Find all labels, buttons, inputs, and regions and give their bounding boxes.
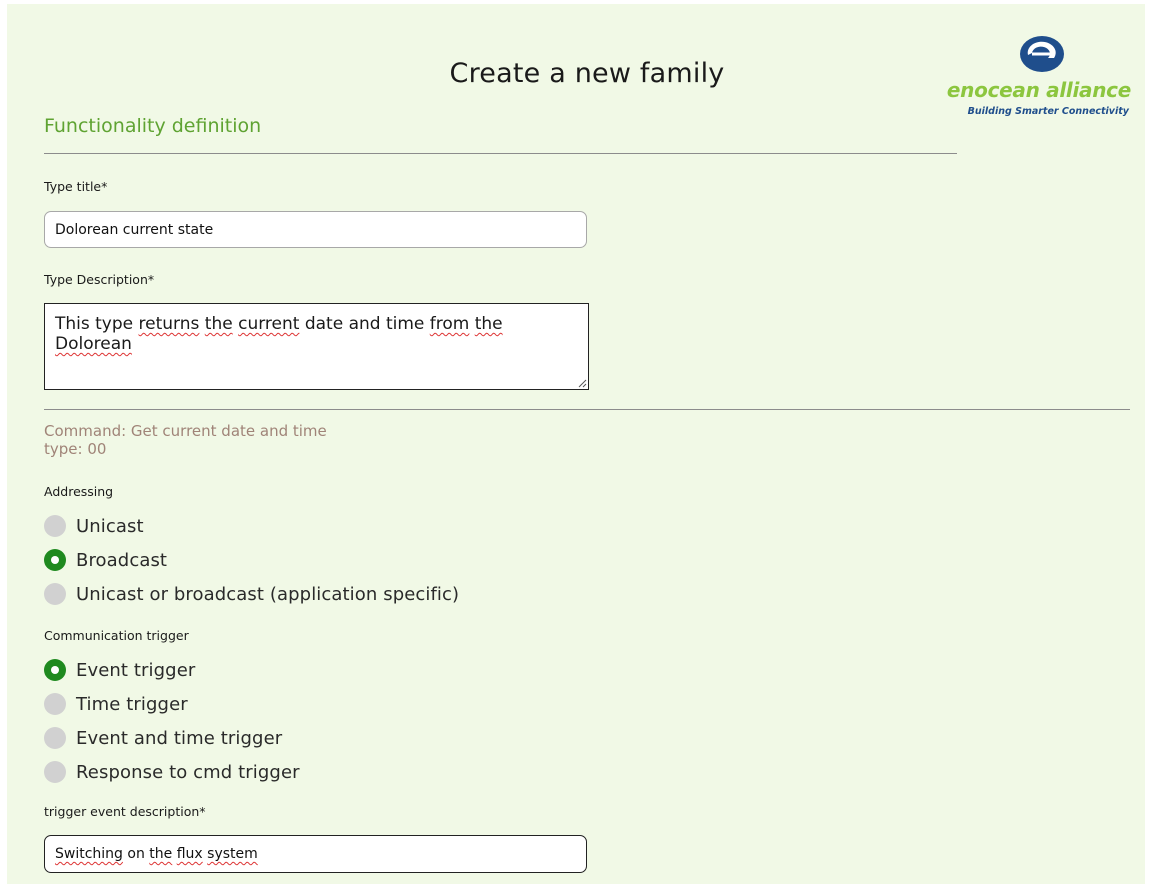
logo-tagline: Building Smarter Connectivity [967, 106, 1129, 117]
communication-trigger-label: Communication trigger [44, 628, 189, 643]
enocean-logo-icon [1020, 36, 1064, 72]
addressing-option-label: Broadcast [76, 549, 168, 571]
communication-trigger-radio-group: Event trigger Time trigger Event and tim… [44, 653, 300, 789]
page-container: Create a new family enocean alliance Bui… [7, 4, 1145, 884]
enocean-alliance-logo: enocean alliance Building Smarter Connec… [947, 34, 1133, 122]
radio-unselected-icon[interactable] [44, 693, 66, 715]
logo-brand-text: enocean alliance [946, 78, 1131, 102]
trigger-event-description-label: trigger event description* [44, 804, 206, 819]
trigger-option-event-and-time[interactable]: Event and time trigger [44, 721, 300, 755]
type-title-input[interactable]: Dolorean current state [44, 211, 587, 248]
trigger-option-event[interactable]: Event trigger [44, 653, 300, 687]
radio-selected-icon[interactable] [44, 659, 66, 681]
trigger-option-response-to-cmd[interactable]: Response to cmd trigger [44, 755, 300, 789]
trigger-event-description-value: Switching on the flux system [55, 846, 258, 862]
type-description-label: Type Description* [44, 272, 155, 287]
command-divider [44, 409, 1130, 410]
addressing-option-unicast[interactable]: Unicast [44, 509, 459, 543]
section-title: Functionality definition [44, 115, 262, 137]
radio-unselected-icon[interactable] [44, 761, 66, 783]
addressing-radio-group: Unicast Broadcast Unicast or broadcast (… [44, 509, 459, 611]
addressing-label: Addressing [44, 484, 114, 499]
addressing-option-label: Unicast [76, 515, 144, 537]
trigger-option-label: Time trigger [76, 693, 188, 715]
trigger-option-label: Event trigger [76, 659, 196, 681]
type-title-value: Dolorean current state [55, 221, 214, 238]
type-title-label: Type title* [44, 179, 108, 194]
radio-unselected-icon[interactable] [44, 727, 66, 749]
page-title: Create a new family [449, 58, 725, 89]
radio-unselected-icon[interactable] [44, 583, 66, 605]
trigger-option-label: Event and time trigger [76, 727, 283, 749]
radio-unselected-icon[interactable] [44, 515, 66, 537]
command-type: type: 00 [44, 440, 107, 458]
radio-selected-icon[interactable] [44, 549, 66, 571]
addressing-option-label: Unicast or broadcast (application specif… [76, 583, 460, 605]
command-info: Command: Get current date and time type:… [44, 422, 327, 458]
addressing-option-unicast-or-broadcast[interactable]: Unicast or broadcast (application specif… [44, 577, 459, 611]
type-description-value: This type returns the current date and t… [55, 314, 503, 354]
command-name: Command: Get current date and time [44, 422, 327, 440]
trigger-event-description-input[interactable]: Switching on the flux system [44, 835, 587, 873]
addressing-option-broadcast[interactable]: Broadcast [44, 543, 459, 577]
section-divider [44, 153, 957, 154]
resize-handle-icon[interactable] [577, 378, 587, 388]
type-description-textarea[interactable]: This type returns the current date and t… [44, 303, 589, 390]
trigger-option-label: Response to cmd trigger [76, 761, 300, 783]
trigger-option-time[interactable]: Time trigger [44, 687, 300, 721]
